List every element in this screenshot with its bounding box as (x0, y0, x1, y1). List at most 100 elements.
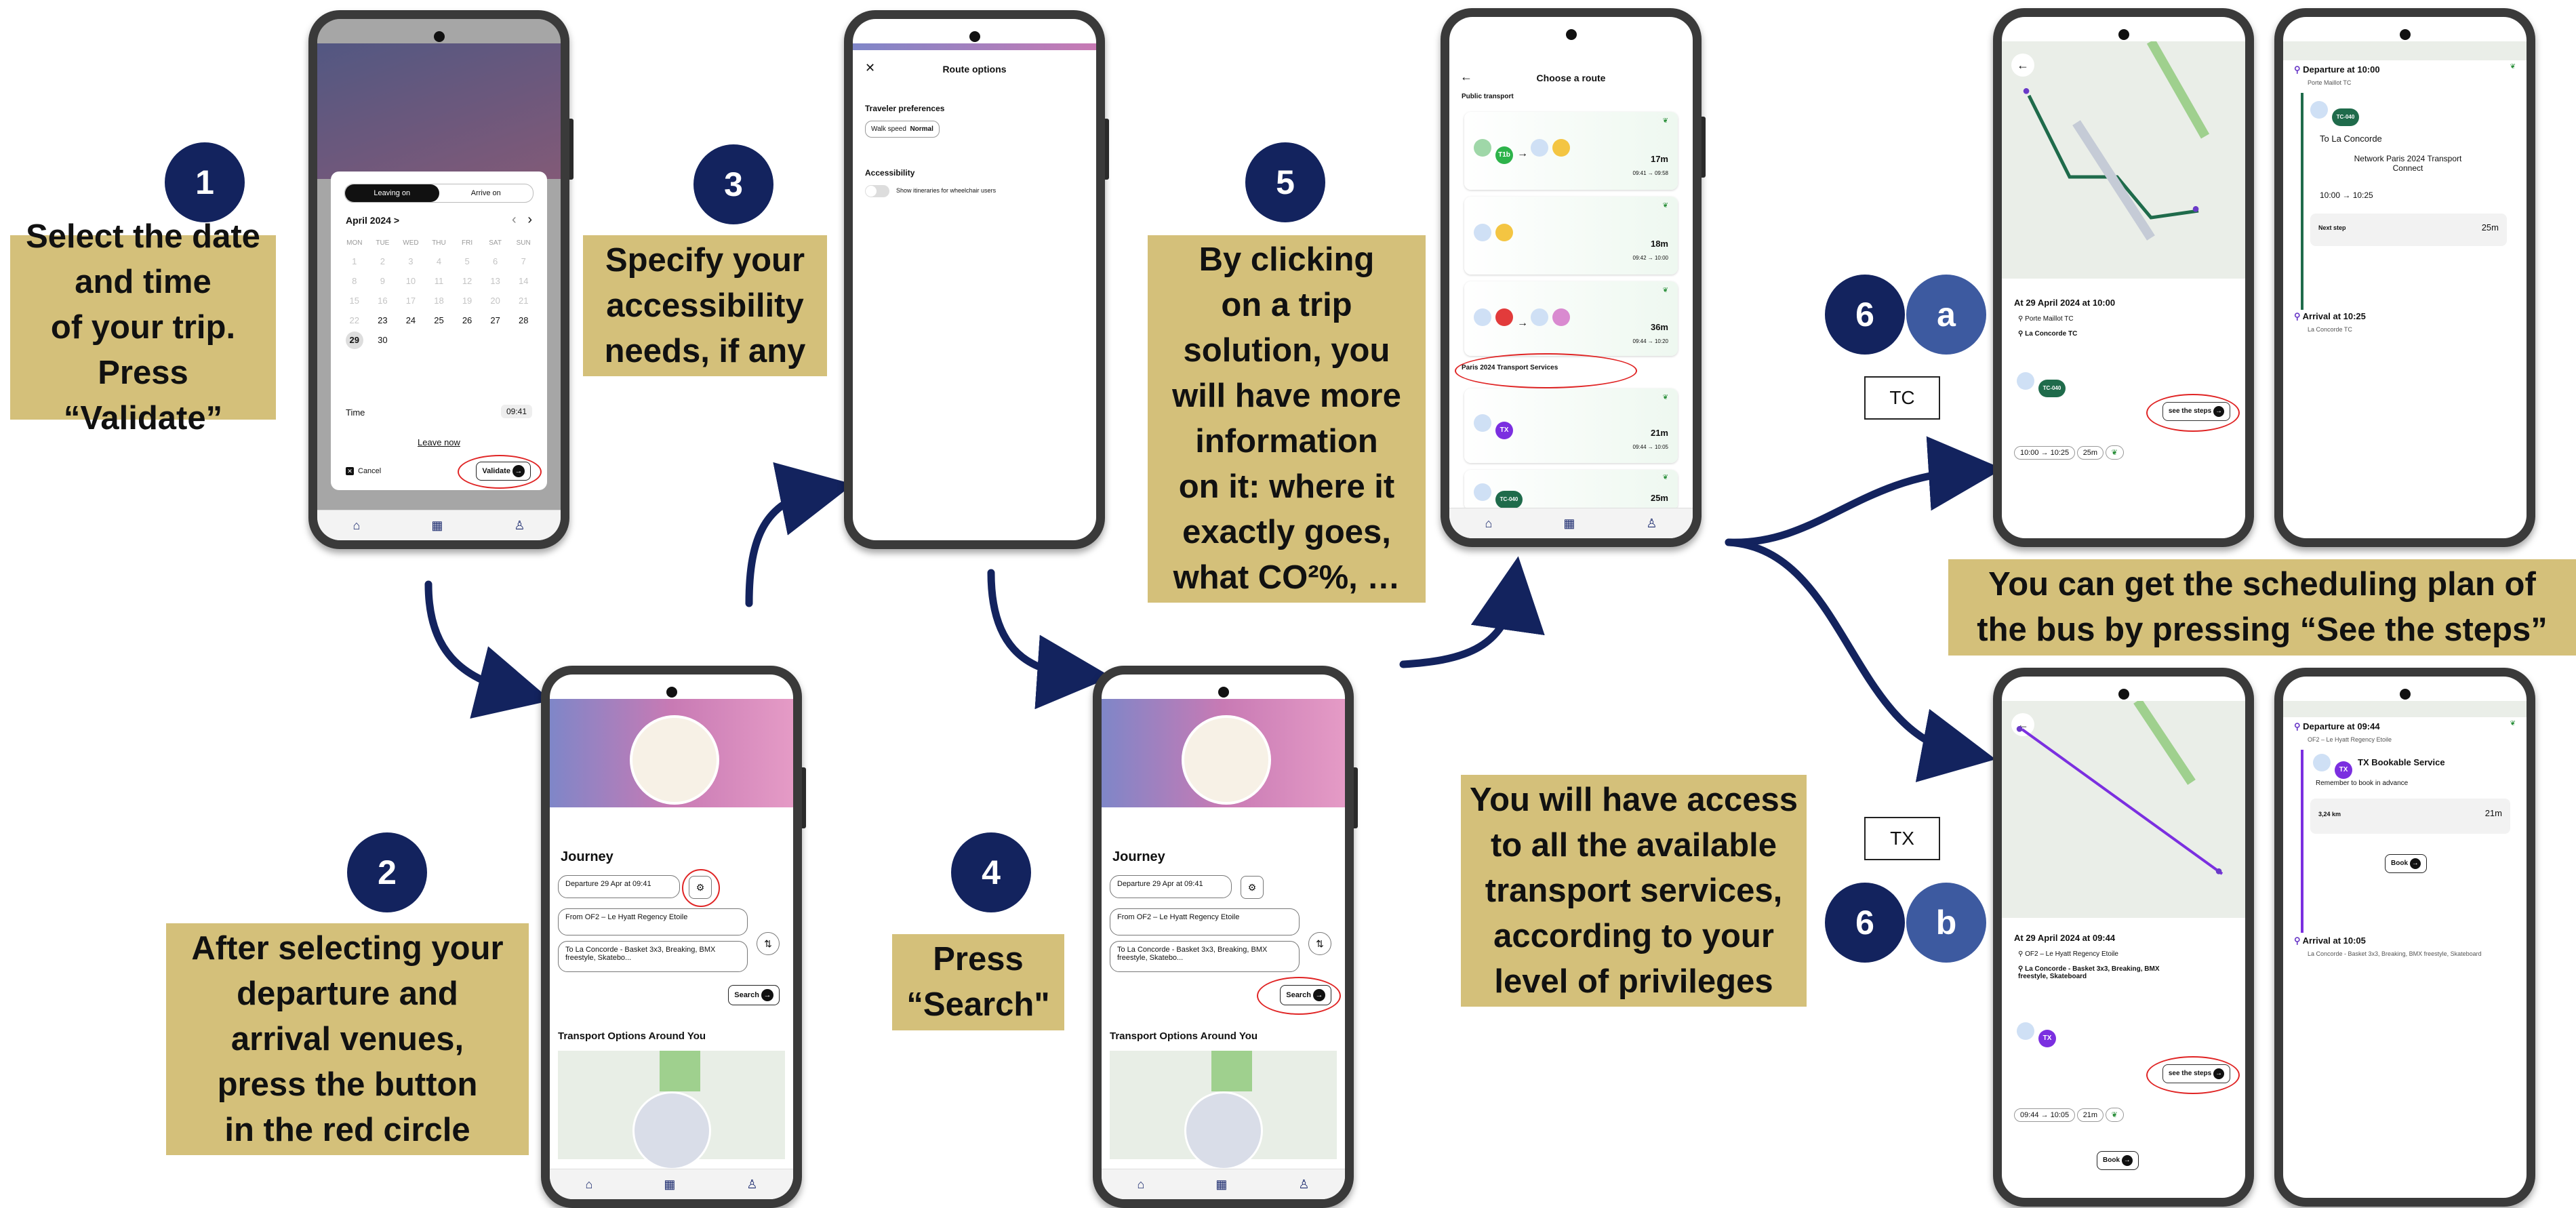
calendar-day-disabled: 22 (349, 315, 360, 325)
departure-label: Departure at 10:00 (2303, 64, 2380, 75)
step-times: 10:00 → 10:25 (2320, 190, 2373, 200)
weekday-label: SAT (489, 239, 502, 247)
distance-label: 3,24 km (2318, 811, 2341, 818)
time-value[interactable]: 09:41 (500, 405, 532, 418)
map-preview[interactable] (1110, 1051, 1337, 1170)
leaf-icon: ❦ (1662, 287, 1668, 294)
departure-field[interactable]: Departure 29 Apr at 09:41 (558, 875, 680, 898)
trip-from: ⚲ OF2 – Le Hyatt Regency Etoile (2018, 950, 2118, 958)
calendar-icon[interactable]: ▦ (1215, 1177, 1227, 1192)
step-6a-badge: 6 (1825, 275, 1905, 355)
trip-date: At 29 April 2024 at 10:00 (2014, 298, 2116, 308)
weekday-label: TUE (376, 239, 390, 247)
profile-icon[interactable]: ♙ (514, 519, 525, 533)
step-6a-letter: a (1906, 275, 1986, 355)
home-icon[interactable]: ⌂ (353, 519, 360, 533)
calendar-day-selected[interactable]: 29 (345, 331, 363, 349)
from-field[interactable]: From OF2 – Le Hyatt Regency Etoile (1110, 908, 1300, 935)
route-card[interactable]: TX ❦ 21m 09:44 → 10:05 (1464, 388, 1678, 463)
arrow-4-to-5 (1399, 556, 1545, 668)
pin-icon: ⚲ (2294, 721, 2301, 731)
calendar-day[interactable]: 27 (481, 315, 510, 325)
walk-speed-chip[interactable]: Walk speed Normal (865, 121, 940, 138)
calendar-day-disabled: 1 (352, 256, 357, 266)
phone-journey-1: Journey Departure 29 Apr at 09:41 ⚙ From… (541, 666, 806, 1208)
route-card[interactable]: TC-040 ❦ 25m (1464, 470, 1678, 510)
tab-arrive-on[interactable]: Arrive on (439, 184, 534, 202)
calendar-icon[interactable]: ▦ (431, 519, 443, 533)
profile-icon[interactable]: ♙ (746, 1177, 757, 1192)
calendar-icon[interactable]: ▦ (1563, 517, 1575, 531)
badge-tc040: TC-040 (2038, 380, 2066, 397)
search-button[interactable]: Search → (728, 985, 780, 1005)
home-icon[interactable]: ⌂ (1137, 1177, 1144, 1192)
map-preview[interactable] (558, 1051, 785, 1170)
phone-journey-2: Journey Departure 29 Apr at 09:41 ⚙ From… (1093, 666, 1358, 1208)
calendar-day[interactable]: 23 (369, 315, 397, 325)
calendar-day-disabled: 20 (490, 296, 500, 306)
bottom-nav: ⌂ ▦ ♙ (550, 1169, 793, 1199)
home-icon[interactable]: ⌂ (1485, 517, 1492, 531)
calendar-day-disabled: 12 (462, 276, 472, 286)
arrow-right-icon: → (2121, 1155, 2133, 1166)
home-icon[interactable]: ⌂ (585, 1177, 592, 1192)
book-button[interactable]: Book → (2385, 854, 2427, 873)
next-month-icon[interactable]: › (527, 212, 532, 227)
calendar-day[interactable]: 28 (509, 315, 538, 325)
calendar-day[interactable]: 24 (397, 315, 425, 325)
trip-duration: 21m (2076, 1108, 2104, 1122)
route-line (2021, 701, 2223, 875)
calendar-day[interactable]: 30 (369, 335, 397, 349)
destination-pin-icon: ● (2215, 864, 2223, 879)
choose-route-title: Choose a route (1536, 73, 1606, 83)
route-card[interactable]: → ❦ 36m 09:44 → 10:20 (1464, 281, 1678, 356)
swap-icon[interactable]: ⇅ (757, 932, 780, 955)
see-steps-highlight (2146, 394, 2240, 432)
book-button[interactable]: Book → (2097, 1151, 2139, 1170)
route-card[interactable]: T1b → ❦ 17m 09:41 → 09:58 (1464, 112, 1678, 190)
month-label[interactable]: April 2024 > (346, 215, 399, 226)
route-card[interactable]: ❦ 18m 09:42 → 10:00 (1464, 197, 1678, 275)
prev-month-icon[interactable]: ‹ › (512, 212, 532, 228)
arrow-3-to-4 (987, 569, 1112, 710)
calendar-day-disabled: 8 (352, 276, 357, 286)
cancel-button[interactable]: ✕ Cancel (346, 467, 381, 475)
to-stop: To La Concorde (2320, 134, 2382, 144)
trip-from-label: Porte Maillot TC (2025, 315, 2074, 323)
wheelchair-toggle[interactable] (865, 185, 889, 197)
calendar-day-disabled: 11 (434, 276, 444, 286)
to-field[interactable]: To La Concorde - Basket 3x3, Breaking, B… (558, 941, 748, 972)
trip-to: ⚲ La Concorde TC (2018, 330, 2078, 338)
calendar-day[interactable]: 25 (425, 315, 454, 325)
swap-icon[interactable]: ⇅ (1308, 932, 1331, 955)
leave-now-link[interactable]: Leave now (331, 437, 547, 447)
book-label: Book (2391, 860, 2408, 867)
phone-6a-steps: ⚲ Departure at 10:00 Porte Maillot TC ❦ … (2274, 8, 2535, 547)
to-field[interactable]: To La Concorde - Basket 3x3, Breaking, B… (1110, 941, 1300, 972)
profile-icon[interactable]: ♙ (1646, 517, 1657, 531)
calendar-icon[interactable]: ▦ (664, 1177, 675, 1192)
destination-pin-icon: ● (2192, 201, 2200, 216)
route-map[interactable]: ← ● ● (2002, 41, 2245, 279)
calendar-day[interactable]: 26 (453, 315, 481, 325)
from-field[interactable]: From OF2 – Le Hyatt Regency Etoile (558, 908, 748, 935)
route-times: 09:44 → 10:05 (1632, 444, 1668, 450)
route-bar (2301, 750, 2303, 933)
route-map[interactable]: ← ● ● (2002, 701, 2245, 918)
profile-icon[interactable]: ♙ (1298, 1177, 1309, 1192)
filter-settings-icon[interactable]: ⚙ (1241, 876, 1264, 899)
trip-date: At 29 April 2024 at 09:44 (2014, 933, 2116, 943)
tab-leaving-on[interactable]: Leaving on (345, 184, 439, 202)
journey-title: Journey (561, 849, 613, 864)
bottom-nav: ⌂ ▦ ♙ (317, 510, 561, 540)
calendar-grid: MON TUE WED THU FRI SAT SUN 1 2 3 4 5 6 7 8 9 10 11 12 13 14… (340, 239, 538, 349)
route-duration: 17m (1650, 154, 1668, 164)
weekday-label: WED (403, 239, 419, 247)
calendar-day-disabled: 17 (405, 296, 416, 306)
journey-title: Journey (1112, 849, 1165, 864)
calendar-day-disabled: 2 (380, 256, 385, 266)
departure-field[interactable]: Departure 29 Apr at 09:41 (1110, 875, 1232, 898)
arrival-label: Arrival at 10:25 (2302, 311, 2366, 321)
next-step-row[interactable]: Next step 25m (2310, 214, 2507, 246)
departure-sub: OF2 – Le Hyatt Regency Etoile (2308, 736, 2392, 743)
